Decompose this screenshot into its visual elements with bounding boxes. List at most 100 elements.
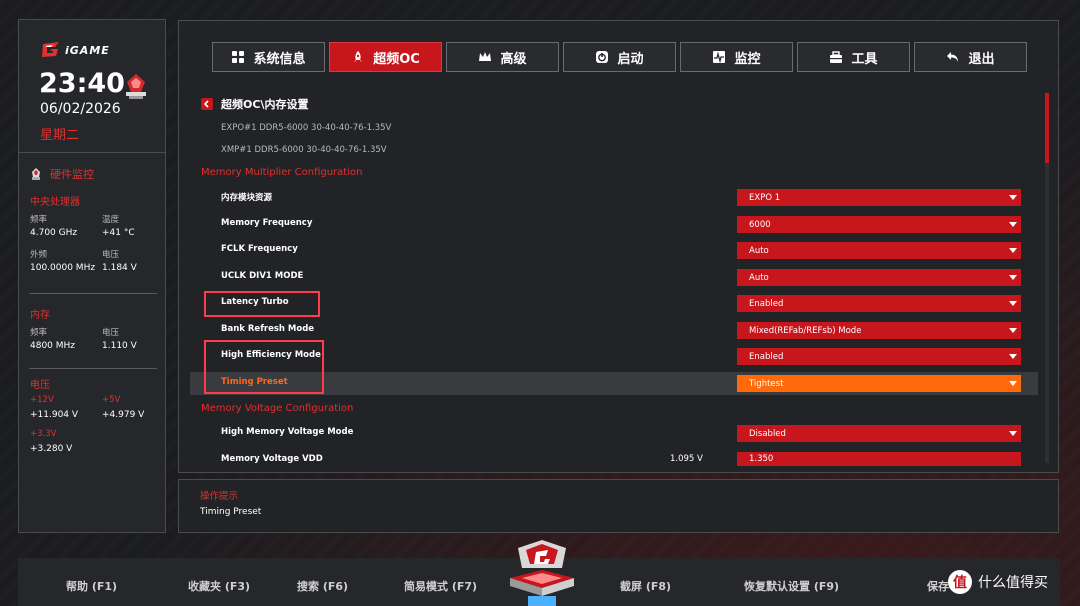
hw-monitor-title: 硬件监控 — [30, 166, 94, 182]
setting-select-high-memory-voltage-mode[interactable]: Disabled — [737, 425, 1021, 442]
setting-select-uclk-div1-mode[interactable]: Auto — [737, 269, 1021, 286]
section-memory-multiplier: Memory Multiplier Configuration — [201, 167, 363, 178]
setting-label-high-memory-voltage-mode: High Memory Voltage Mode — [221, 427, 354, 437]
hint-body: Timing Preset — [200, 507, 262, 517]
v33-value: +3.280 V — [30, 444, 73, 454]
cpu-title: 中央处理器 — [30, 197, 80, 208]
tab-overclock[interactable]: 超频OC — [329, 42, 442, 72]
crown-icon — [479, 52, 492, 61]
setting-select-timing-preset[interactable]: Tightest — [737, 375, 1021, 392]
section-memory-voltage: Memory Voltage Configuration — [201, 403, 354, 414]
tab-tools[interactable]: 工具 — [797, 42, 910, 72]
screenshot-button[interactable]: 截屏 (F8) — [620, 578, 671, 594]
setting-label-fclk-frequency: FCLK Frequency — [221, 244, 298, 254]
back-icon[interactable] — [201, 98, 213, 110]
chevron-down-icon — [1009, 328, 1017, 333]
cpu-temp-label: 温度 — [102, 215, 120, 225]
xmp-profile-info: XMP#1 DDR5-6000 30-40-40-76-1.35V — [221, 145, 387, 155]
setting-label-memory-module: 内存模块资源 — [221, 193, 273, 203]
setting-label-memory-voltage-vdd: Memory Voltage VDD — [221, 454, 323, 464]
chevron-down-icon — [1009, 195, 1017, 200]
igame-logo-icon — [42, 42, 59, 57]
cpu-volt-label: 电压 — [102, 250, 120, 260]
tab-bar: 系统信息 超频OC 高级 启动 监控 工具 退出 — [212, 42, 1027, 72]
chevron-down-icon — [1009, 275, 1017, 280]
setting-select-latency-turbo[interactable]: Enabled — [737, 295, 1021, 312]
brand-name: iGAME — [65, 43, 110, 57]
voltage-title: 电压 — [30, 380, 50, 391]
setting-select-memory-frequency[interactable]: 6000 — [737, 216, 1021, 233]
cpu-freq-value: 4.700 GHz — [30, 228, 78, 238]
chevron-down-icon — [1009, 354, 1017, 359]
tab-system-info[interactable]: 系统信息 — [212, 42, 325, 72]
setting-label-memory-frequency: Memory Frequency — [221, 218, 313, 228]
annotation-box-efficiency-timing — [204, 340, 324, 394]
cpu-temp-value: +41 °C — [102, 228, 135, 238]
cpu-freq-label: 频率 — [30, 215, 48, 225]
setting-label-uclk-div1-mode: UCLK DIV1 MODE — [221, 271, 304, 281]
v33-label: +3.3V — [30, 429, 57, 439]
scrollbar-thumb[interactable] — [1045, 93, 1049, 163]
v5-label: +5V — [102, 395, 121, 405]
cpu-volt-value: 1.184 V — [102, 263, 137, 273]
status-panel: iGAME 23:40 06/02/2026 星期二 硬件监控 中央处理器 频率… — [18, 19, 166, 533]
chevron-down-icon — [1009, 248, 1017, 253]
mem-freq-label: 频率 — [30, 328, 48, 338]
divider — [29, 368, 157, 369]
mem-volt-value: 1.110 V — [102, 341, 137, 351]
help-button[interactable]: 帮助 (F1) — [66, 578, 117, 594]
memory-voltage-vdd-current: 1.095 V — [670, 454, 703, 464]
expo-profile-info: EXPO#1 DDR5-6000 30-40-40-76-1.35V — [221, 123, 392, 133]
igame-emblem-icon — [510, 540, 574, 606]
chevron-down-icon — [1009, 222, 1017, 227]
chevron-down-icon — [1009, 301, 1017, 306]
divider — [19, 152, 165, 153]
annotation-box-latency-turbo — [204, 291, 320, 317]
restore-defaults-button[interactable]: 恢复默认设置 (F9) — [744, 578, 839, 594]
setting-label-bank-refresh-mode: Bank Refresh Mode — [221, 324, 315, 334]
clock-date: 06/02/2026 — [40, 101, 121, 117]
setting-select-fclk-frequency[interactable]: Auto — [737, 242, 1021, 259]
power-icon — [596, 51, 609, 63]
grid-icon — [232, 51, 245, 63]
monitor-icon — [713, 51, 726, 64]
main-panel: 系统信息 超频OC 高级 启动 监控 工具 退出 超频OC\内存设置 EXPO#… — [178, 20, 1059, 473]
tab-monitor[interactable]: 监控 — [680, 42, 793, 72]
setting-input-memory-voltage-vdd[interactable]: 1.350 — [737, 452, 1021, 466]
save-button[interactable]: 保存 — [927, 578, 949, 594]
mascot-small-icon — [32, 168, 40, 180]
v12-value: +11.904 V — [30, 410, 79, 420]
favorites-button[interactable]: 收藏夹 (F3) — [188, 578, 250, 594]
v12-label: +12V — [30, 395, 54, 405]
mem-freq-value: 4800 MHz — [30, 341, 76, 351]
hint-title: 操作提示 — [200, 491, 239, 502]
back-arrow-icon — [947, 52, 959, 62]
help-hint-panel: 操作提示 Timing Preset — [178, 479, 1059, 533]
easy-mode-button[interactable]: 简易模式 (F7) — [404, 578, 477, 594]
tab-advanced[interactable]: 高级 — [446, 42, 559, 72]
brand-logo: iGAME — [41, 42, 110, 58]
chevron-down-icon — [1009, 381, 1017, 386]
clock-time: 23:40 — [39, 68, 125, 99]
watermark-text: 什么值得买 — [978, 575, 1048, 591]
chevron-down-icon — [1009, 431, 1017, 436]
watermark-logo-icon: 值 — [948, 570, 972, 594]
tab-boot[interactable]: 启动 — [563, 42, 676, 72]
watermark: 值 什么值得买 — [948, 570, 1048, 594]
rocket-icon — [354, 51, 363, 62]
cpu-ext-label: 外频 — [30, 250, 48, 260]
setting-select-bank-refresh-mode[interactable]: Mixed(REFab/REFsb) Mode — [737, 322, 1021, 339]
v5-value: +4.979 V — [102, 410, 145, 420]
memory-title: 内存 — [30, 310, 50, 321]
divider — [29, 293, 157, 294]
breadcrumb: 超频OC\内存设置 — [201, 96, 308, 112]
setting-select-memory-module[interactable]: EXPO 1 — [737, 189, 1021, 206]
toolbox-icon — [830, 51, 843, 63]
tab-exit[interactable]: 退出 — [914, 42, 1027, 72]
cpu-ext-value: 100.0000 MHz — [30, 263, 96, 273]
mem-volt-label: 电压 — [102, 328, 120, 338]
clock-weekday: 星期二 — [40, 128, 80, 143]
setting-select-high-efficiency-mode[interactable]: Enabled — [737, 348, 1021, 365]
mascot-icon — [126, 74, 146, 99]
search-button[interactable]: 搜索 (F6) — [297, 578, 348, 594]
